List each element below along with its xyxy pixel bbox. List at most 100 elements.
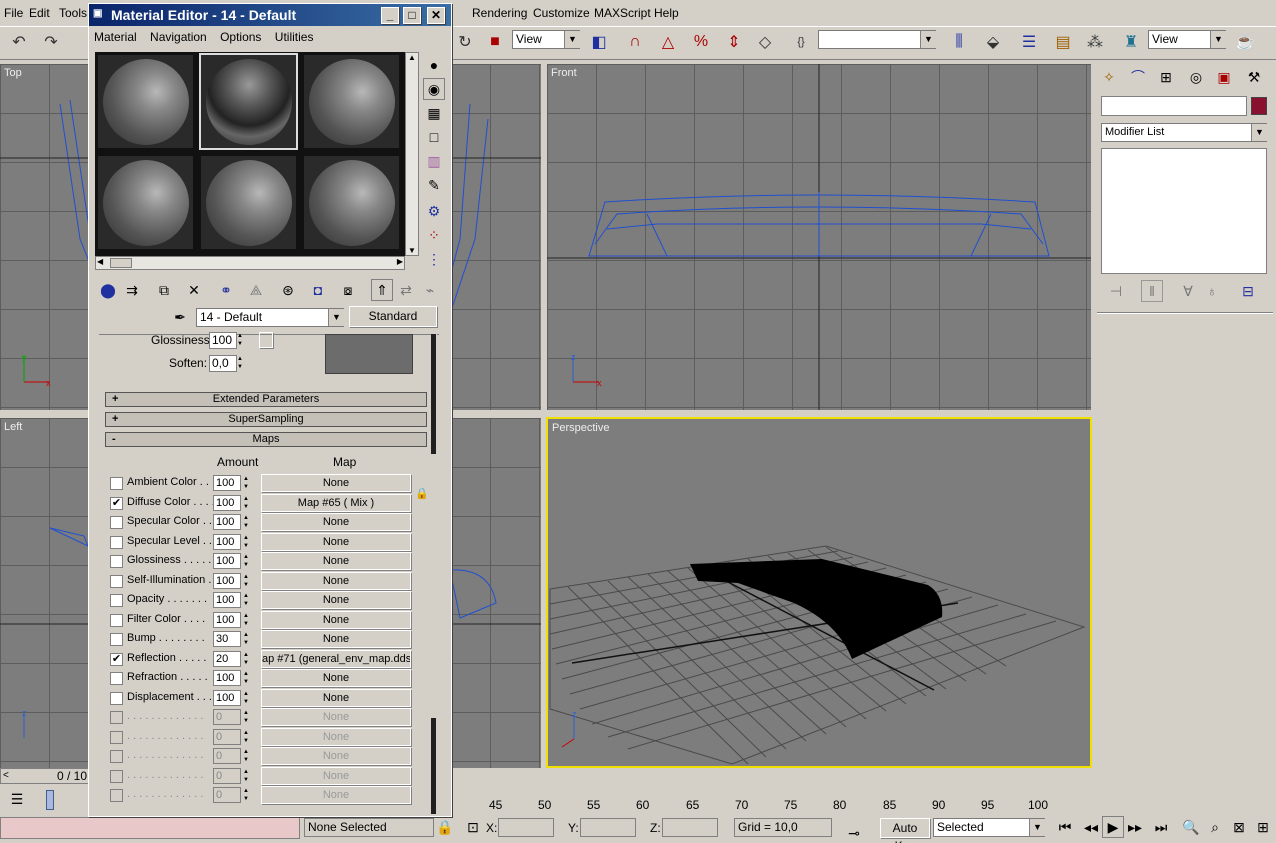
map-slot-button[interactable]: None (261, 591, 411, 609)
menu-customize[interactable]: Customize (529, 0, 594, 26)
map-enable-checkbox[interactable] (110, 672, 123, 685)
put-to-scene-icon[interactable]: ⇉ (121, 279, 143, 301)
rotate-icon[interactable]: ↻ (452, 29, 478, 55)
maximize-button[interactable]: □ (403, 7, 421, 24)
layer-manager-icon[interactable]: ☰ (1016, 29, 1042, 55)
map-amount-spinner[interactable]: 30 (213, 631, 241, 647)
menu-options[interactable]: Options (215, 26, 266, 48)
make-unique-material-icon[interactable]: ⚭ (215, 279, 237, 301)
pin-stack-icon[interactable]: ⊣ (1105, 280, 1127, 302)
go-forward-to-sibling-icon[interactable]: ⇄ (395, 279, 417, 301)
map-amount-spinner[interactable]: 100 (213, 670, 241, 686)
zoom-extents-icon[interactable]: ⊠ (1228, 816, 1250, 838)
next-frame-icon[interactable]: ▸▸ (1124, 816, 1146, 838)
menu-maxscript[interactable]: MAXScript (590, 0, 655, 26)
rollout-maps[interactable]: - Maps (105, 432, 427, 447)
make-unique-icon[interactable]: ∀ (1177, 280, 1199, 302)
map-enable-checkbox[interactable] (110, 633, 123, 646)
scale-icon[interactable]: ■ (482, 29, 508, 55)
render-setup-icon[interactable]: ♜ (1118, 29, 1144, 55)
map-amount-spinner[interactable]: 100 (213, 475, 241, 491)
selection-lock-icon[interactable]: 🔒 (434, 816, 456, 838)
utilities-tab-icon[interactable]: ⚒ (1243, 66, 1265, 88)
menu-tools[interactable]: Tools (55, 0, 91, 26)
pick-from-object-icon[interactable]: ⌁ (419, 279, 441, 301)
menu-help[interactable]: Help (650, 0, 683, 26)
map-amount-arrows[interactable]: ▲ ▼ (241, 592, 251, 608)
key-filter-dropdown[interactable]: Selected ▼ (933, 818, 1045, 837)
menu-material[interactable]: Material (89, 26, 142, 48)
map-amount-spinner[interactable]: 100 (213, 514, 241, 530)
set-key-icon[interactable]: ⊸ (843, 822, 865, 843)
material-editor-titlebar[interactable]: ▣ Material Editor - 14 - Default _ □ ✕ (89, 4, 451, 26)
map-slot-button[interactable]: None (261, 572, 411, 590)
object-color-swatch[interactable] (1251, 97, 1267, 115)
select-by-material-icon[interactable]: ⁘ (423, 224, 445, 246)
reset-map-icon[interactable]: ✕ (183, 279, 205, 301)
modify-tab-icon[interactable]: ⌒ (1127, 66, 1149, 88)
glossiness-map-button[interactable] (259, 332, 273, 348)
display-tab-icon[interactable]: ▣ (1213, 66, 1235, 88)
map-amount-spinner[interactable]: 100 (213, 534, 241, 550)
map-slot-button[interactable]: None (261, 474, 411, 492)
y-coord-field[interactable] (580, 818, 636, 837)
put-to-library-icon[interactable]: ⟁ (245, 279, 267, 301)
assign-to-selection-icon[interactable]: ⧉ (153, 279, 175, 301)
map-enable-checkbox[interactable] (110, 477, 123, 490)
material-name-dropdown[interactable]: 14 - Default ▼ (196, 308, 344, 327)
show-end-result-icon[interactable]: ‖ (1141, 280, 1163, 302)
z-coord-field[interactable] (662, 818, 718, 837)
panel-scrollbar[interactable] (431, 334, 437, 814)
map-slot-button[interactable]: None (261, 533, 411, 551)
material-type-button[interactable]: Standard (349, 306, 437, 327)
map-amount-arrows[interactable]: ▲ ▼ (241, 651, 251, 667)
curve-editor-icon[interactable]: ▤ (1050, 29, 1076, 55)
align-icon[interactable]: ⬙ (980, 29, 1006, 55)
map-slot-button[interactable]: None (261, 689, 411, 707)
map-amount-arrows[interactable]: ▲ ▼ (241, 573, 251, 589)
named-selection-icon[interactable]: ◇ (752, 29, 778, 55)
snap-3d-icon[interactable]: ∩ (622, 29, 648, 55)
get-material-icon[interactable]: ⬤ (97, 279, 119, 301)
map-amount-arrows[interactable]: ▲ ▼ (241, 553, 251, 569)
material-effects-channel-icon[interactable]: ⊛ (277, 279, 299, 301)
options-icon[interactable]: ⚙ (423, 200, 445, 222)
slider-prev-icon[interactable]: < (3, 770, 9, 781)
backlight-icon[interactable]: ◉ (423, 78, 445, 100)
map-amount-spinner[interactable]: 100 (213, 495, 241, 511)
viewport-perspective[interactable]: Perspective z (546, 417, 1092, 768)
material-editor-icon[interactable]: ⁂ (1082, 29, 1108, 55)
soften-spinner-arrows[interactable]: ▲ ▼ (237, 355, 243, 371)
prev-frame-icon[interactable]: ◂◂ (1080, 816, 1102, 838)
material-map-navigator-icon[interactable]: ⋮ (423, 248, 445, 270)
glossiness-spinner[interactable]: 100 (209, 332, 237, 349)
time-slider[interactable]: < 0 / 10 (0, 768, 90, 784)
modifier-stack-list[interactable] (1101, 148, 1267, 274)
map-amount-arrows[interactable]: ▲ ▼ (241, 534, 251, 550)
zoom-icon[interactable]: 🔍 (1180, 816, 1202, 838)
motion-tab-icon[interactable]: ◎ (1185, 66, 1207, 88)
menu-edit[interactable]: Edit (25, 0, 54, 26)
map-slot-button[interactable]: None (261, 669, 411, 687)
map-amount-arrows[interactable]: ▲ ▼ (241, 670, 251, 686)
sample-slot-4[interactable] (96, 154, 195, 251)
render-view-dropdown[interactable]: View ▼ (1148, 30, 1226, 49)
mirror-icon[interactable]: ⫼ (946, 29, 972, 55)
modifier-list-dropdown[interactable]: Modifier List ▼ (1101, 123, 1267, 142)
map-amount-spinner[interactable]: 100 (213, 612, 241, 628)
show-map-in-viewport-icon[interactable]: ◘ (307, 279, 329, 301)
rollout-extended-parameters[interactable]: + Extended Parameters (105, 392, 427, 407)
configure-modifier-sets-icon[interactable]: ⊟ (1237, 280, 1259, 302)
spinner-snap-icon[interactable]: ⇕ (721, 29, 747, 55)
map-enable-checkbox[interactable]: ✔ (110, 653, 123, 666)
video-color-check-icon[interactable]: ▥ (423, 150, 445, 172)
sample-slot-6[interactable] (302, 154, 401, 251)
quick-render-icon[interactable]: ☕ (1232, 29, 1258, 55)
menu-file[interactable]: File (0, 0, 27, 26)
glossiness-spinner-arrows[interactable]: ▲ ▼ (237, 332, 243, 348)
map-enable-checkbox[interactable] (110, 516, 123, 529)
redo-icon[interactable]: ↷ (38, 29, 64, 55)
zoom-extents-all-icon[interactable]: ⊞ (1252, 816, 1274, 838)
soften-spinner[interactable]: 0,0 (209, 355, 237, 372)
map-amount-spinner[interactable]: 100 (213, 573, 241, 589)
